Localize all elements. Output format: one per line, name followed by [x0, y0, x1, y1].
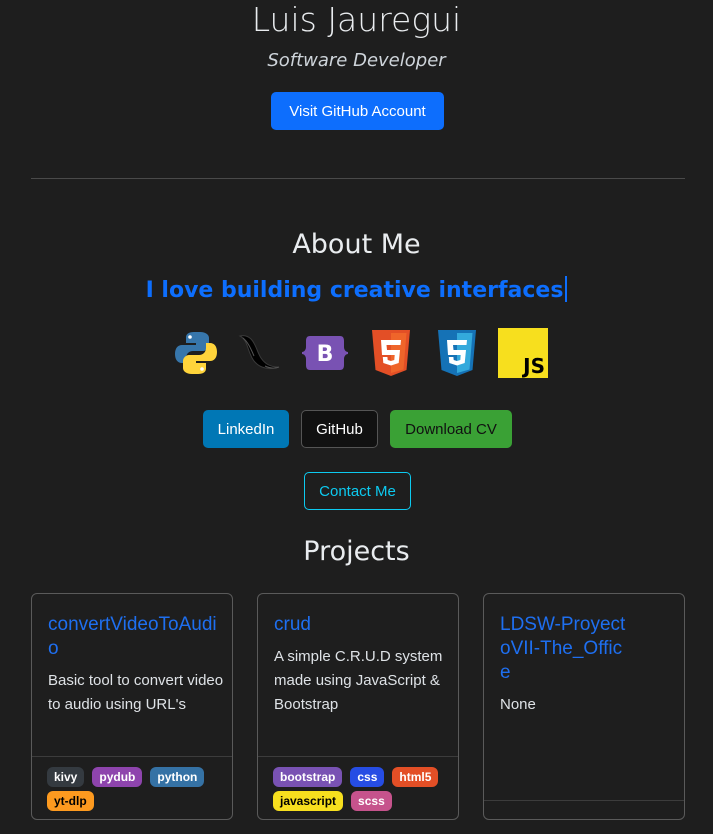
visit-github-account-button[interactable]: Visit GitHub Account	[271, 92, 444, 130]
bootstrap-icon: B	[300, 328, 350, 378]
project-tags: bootstrap css html5 javascript scss	[258, 756, 458, 819]
divider	[31, 178, 685, 179]
tag-badge: css	[350, 767, 385, 787]
tag-badge: scss	[351, 791, 392, 811]
python-icon	[171, 328, 221, 378]
project-tags: kivy pydub python yt-dlp	[32, 756, 232, 819]
css3-icon	[432, 328, 482, 378]
download-cv-button[interactable]: Download CV	[390, 410, 512, 448]
project-card: LDSW-ProyectoVII-The_Office None	[483, 593, 685, 820]
flask-icon	[235, 328, 285, 378]
tag-badge: javascript	[273, 791, 344, 811]
profile-role: Software Developer	[267, 50, 446, 71]
github-button[interactable]: GitHub	[301, 410, 378, 448]
typing-cursor	[565, 276, 568, 302]
javascript-icon: JS	[498, 328, 548, 378]
tag-badge: pydub	[92, 767, 143, 787]
linkedin-button[interactable]: LinkedIn	[203, 410, 289, 448]
tag-badge: kivy	[47, 767, 85, 787]
contact-me-button[interactable]: Contact Me	[304, 472, 411, 510]
projects-title: Projects	[303, 536, 410, 567]
tag-badge: python	[150, 767, 205, 787]
project-card: convertVideoToAudio Basic tool to conver…	[31, 593, 233, 820]
project-description: None	[500, 696, 536, 713]
svg-text:JS: JS	[521, 354, 545, 378]
typed-tagline: I love building creative interfaces	[0, 276, 713, 303]
tag-badge: bootstrap	[273, 767, 343, 787]
tag-badge: html5	[392, 767, 439, 787]
project-title-link[interactable]: LDSW-ProyectoVII-The_Office	[500, 613, 630, 685]
project-title-link[interactable]: convertVideoToAudio	[48, 613, 224, 661]
project-tags	[484, 800, 684, 819]
project-description: A simple C.R.U.D system made using JavaS…	[274, 648, 443, 713]
project-description: Basic tool to convert video to audio usi…	[48, 672, 224, 713]
html5-icon	[366, 328, 416, 378]
tag-badge: yt-dlp	[47, 791, 94, 811]
project-card: crud A simple C.R.U.D system made using …	[257, 593, 459, 820]
typed-text: I love building creative interfaces	[145, 278, 564, 303]
svg-text:B: B	[317, 342, 334, 367]
about-title: About Me	[292, 229, 421, 260]
project-title-link[interactable]: crud	[274, 613, 450, 637]
profile-name: Luis Jauregui	[251, 0, 462, 39]
